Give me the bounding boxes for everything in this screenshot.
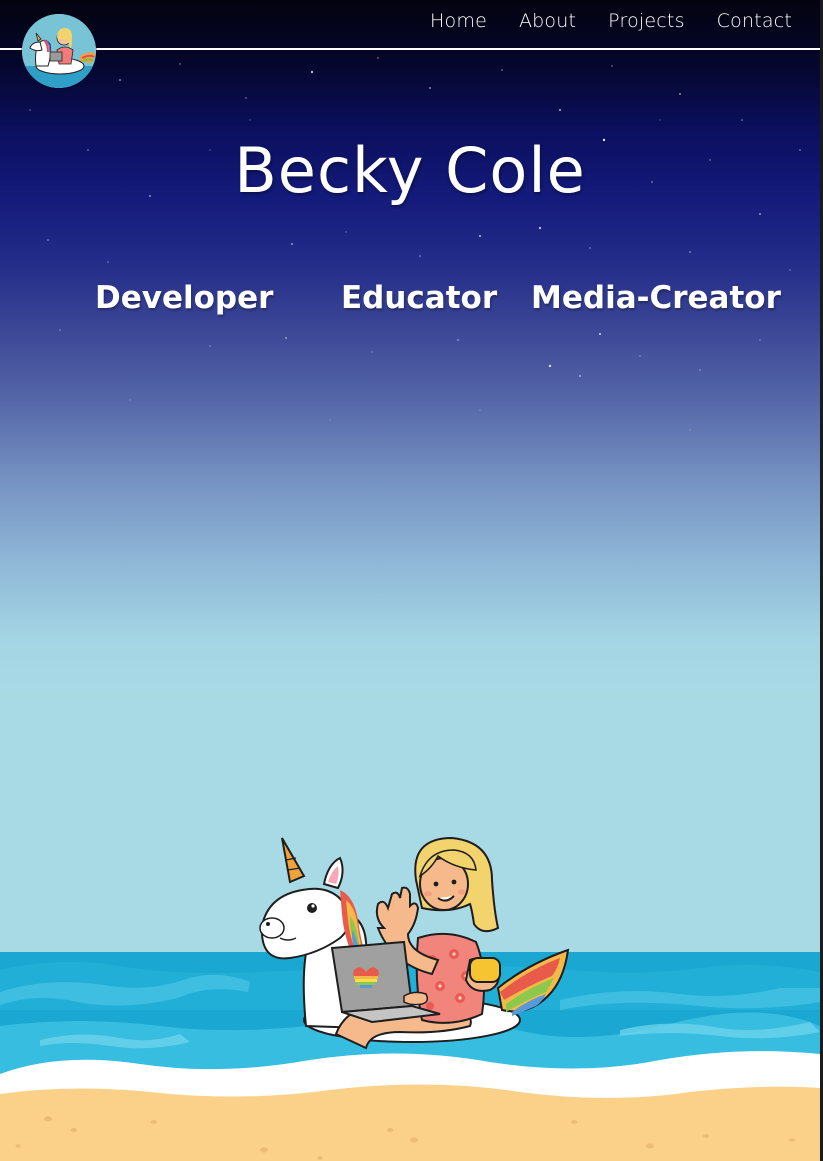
nav-divider bbox=[0, 48, 820, 50]
girl-on-unicorn-float-with-laptop-illustration bbox=[0, 836, 820, 1161]
nav-link-about[interactable]: About bbox=[519, 10, 576, 32]
nav-links: Home About Projects Contact bbox=[430, 10, 792, 32]
page: Home About Projects Contact Becky Cole D… bbox=[0, 0, 823, 1161]
unicorn-float-avatar-icon bbox=[22, 14, 96, 88]
top-navigation: Home About Projects Contact bbox=[0, 0, 820, 50]
nav-link-contact[interactable]: Contact bbox=[717, 10, 792, 32]
role-media-creator: Media-Creator bbox=[531, 280, 781, 316]
hero-roles: Developer Educator Media-Creator bbox=[0, 280, 820, 324]
logo-avatar[interactable] bbox=[22, 14, 96, 88]
nav-link-projects[interactable]: Projects bbox=[608, 10, 685, 32]
starfield bbox=[29, 57, 801, 431]
nav-link-home[interactable]: Home bbox=[430, 10, 487, 32]
role-educator: Educator bbox=[341, 280, 498, 316]
hero-title: Becky Cole bbox=[234, 134, 586, 207]
role-developer: Developer bbox=[95, 280, 274, 316]
